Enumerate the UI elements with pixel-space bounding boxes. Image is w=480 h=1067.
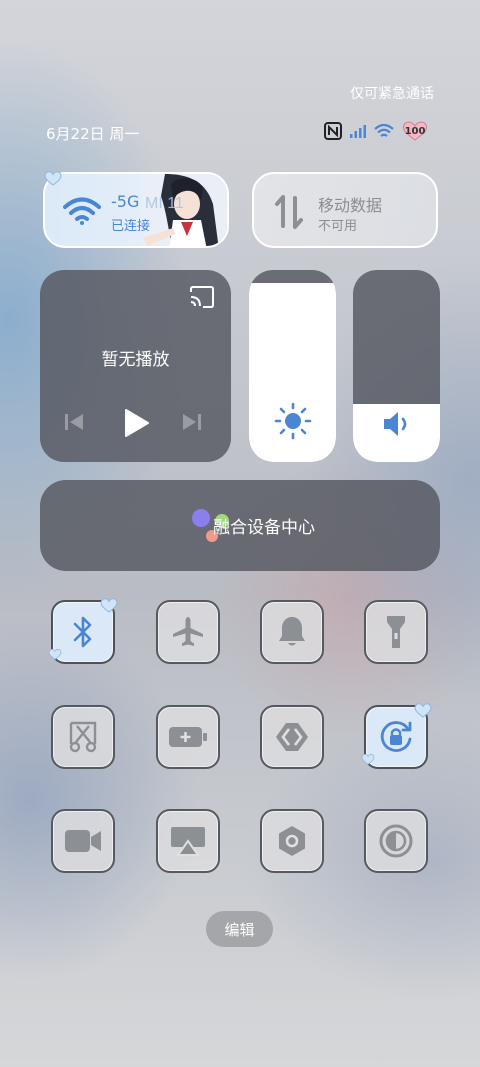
mobile-data-icon [275,195,303,229]
dark-mode-toggle[interactable] [364,809,428,873]
video-camera-icon [65,830,101,852]
emergency-calls-only-text: 仅可紧急通话 [350,86,434,102]
sun-icon [274,402,311,440]
anime-wallpaper-art: MI 11 [143,174,227,246]
brightness-slider[interactable] [249,270,336,462]
link-arrow-icon [276,723,308,751]
decorative-heart-icon [44,171,62,186]
wifi-ssid: -5G [111,192,140,211]
signal-icon [350,125,366,138]
wifi-tile[interactable]: MI 11 -5G 已连接 [43,172,229,248]
edit-button[interactable]: 编辑 [206,911,273,947]
bell-icon [279,617,305,646]
speaker-icon [383,412,406,436]
previous-icon[interactable] [64,412,84,432]
next-icon[interactable] [182,412,202,432]
fusion-device-center-tile[interactable]: 融合设备中心 [40,480,440,571]
wifi-status: 已连接 [111,219,151,234]
airplane-icon [173,617,203,646]
media-player-tile[interactable]: 暂无播放 [40,270,231,462]
battery-level: 100 [404,125,426,137]
wallpaper-text: MI 11 [145,195,184,212]
screen-cast-toggle[interactable] [156,809,220,873]
wifi-tile-icon [63,197,101,225]
wifi-icon [374,123,394,137]
ringer-toggle[interactable] [260,600,324,664]
battery-saver-toggle[interactable] [156,705,220,769]
fusion-device-center-label: 融合设备中心 [213,518,315,538]
screen-record-toggle[interactable] [51,809,115,873]
screen-cast-icon [171,827,205,856]
battery-heart-icon: 100 [402,121,428,141]
battery-plus-icon [169,727,207,747]
flashlight-toggle[interactable] [364,600,428,664]
status-icons: 100 [324,121,428,141]
cast-icon[interactable] [189,286,215,308]
mobile-data-status: 不可用 [318,219,358,234]
media-title: 暂无播放 [101,350,170,370]
mobile-data-label: 移动数据 [318,196,383,215]
mobile-data-tile[interactable]: 移动数据 不可用 [252,172,438,248]
screenshot-toggle[interactable] [51,705,115,769]
airplane-mode-toggle[interactable] [156,600,220,664]
rotation-lock-icon [380,721,412,752]
decorative-heart-icon [361,753,375,765]
link-toggle[interactable] [260,705,324,769]
date-text: 6月22日 周一 [46,125,140,143]
settings-toggle[interactable] [260,809,324,873]
hexagon-gear-icon [279,826,305,856]
decorative-heart-icon [414,703,432,718]
decorative-heart-icon [48,648,62,660]
volume-slider[interactable] [353,270,440,462]
contrast-icon [379,824,413,858]
decorative-heart-icon [100,598,118,613]
nfc-icon [324,122,342,140]
bluetooth-icon [73,616,92,648]
flashlight-icon [387,616,405,648]
play-icon[interactable] [122,408,150,438]
scissors-icon [69,721,97,753]
